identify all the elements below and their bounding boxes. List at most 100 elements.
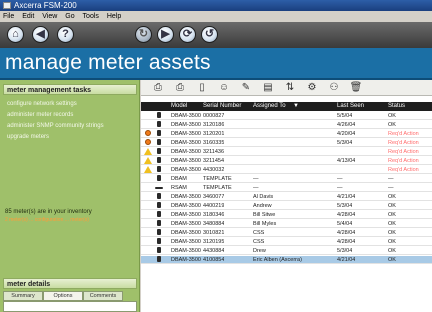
cell-last-seen: 5/3/04 [337, 203, 353, 209]
col-model[interactable]: Model [171, 102, 187, 111]
cell-model: DBAM-3500 [171, 248, 201, 254]
handheld-meter-icon [157, 256, 161, 262]
main-content: ⎙ ⎙ ▯ ☺ ✎ ▤ ⇅ ⚙ ⚇ 🗑 Model Serial Number … [141, 80, 432, 312]
menu-go[interactable]: Go [62, 11, 77, 22]
menu-tools[interactable]: Tools [80, 11, 102, 22]
cell-status: Req'd Action [388, 167, 419, 173]
print-icon[interactable]: ⎙ [151, 81, 165, 95]
table-row[interactable]: DBAM-3500 3120201 4/20/04 Req'd Action [141, 130, 432, 138]
task-configure-network[interactable]: configure network settings [7, 100, 77, 108]
delete-icon[interactable]: 🗑 [349, 81, 363, 95]
handheld-meter-icon [157, 229, 161, 235]
cell-assigned-to: CSS [253, 230, 265, 236]
cell-serial: 3120195 [203, 239, 225, 245]
cell-last-seen: 5/4/04 [337, 221, 353, 227]
table-row[interactable]: DBAM-3500 3010821 CSS 4/28/04 OK [141, 229, 432, 237]
table-row[interactable]: DBAM-3500 4430884 Drew 5/3/04 OK [141, 247, 432, 255]
cell-status: OK [388, 203, 396, 209]
cell-model: DBAM-3500 [171, 203, 201, 209]
handheld-meter-icon [157, 193, 161, 199]
table-row[interactable]: DBAM-35003211436 Req'd Action [141, 148, 432, 156]
table-row[interactable]: DBAM-3500 3120195 CSS 4/28/04 OK [141, 238, 432, 246]
cell-status: OK [388, 257, 396, 263]
table-row[interactable]: DBAM TEMPLATE — — — [141, 175, 432, 183]
configure-icon[interactable]: ⚙ [305, 81, 319, 95]
cell-model: DBAM-3500 [171, 194, 201, 200]
table-row[interactable]: DBAM-3500 3160335 5/3/04 Req'd Action [141, 139, 432, 147]
reload-icon[interactable]: ↺ [201, 26, 218, 43]
handheld-meter-icon [157, 220, 161, 226]
forward-icon[interactable]: ▶ [157, 26, 174, 43]
cell-model: DBAM-3500 [171, 230, 201, 236]
table-row[interactable]: DBAM-3500 3180346 Bill Sitwe 4/28/04 OK [141, 211, 432, 219]
cell-model: DBAM [171, 176, 187, 182]
sidebar: meter management tasks configure network… [0, 80, 140, 312]
cell-status: Req'd Action [388, 158, 419, 164]
task-administer-records[interactable]: administer meter records [7, 111, 73, 119]
meter-edit-icon[interactable]: ✎ [239, 81, 253, 95]
menu-edit[interactable]: Edit [19, 11, 37, 22]
cell-serial: TEMPLATE [203, 176, 232, 182]
cell-serial: 4400219 [203, 203, 225, 209]
app-icon [3, 2, 11, 9]
table-row[interactable]: DBAM-3500 3120186 4/26/04 OK [141, 121, 432, 129]
cell-serial: 3120186 [203, 122, 225, 128]
meter-user-icon[interactable]: ☺ [217, 81, 231, 95]
cell-status: OK [388, 248, 396, 254]
table-row[interactable]: DBAM-35003211454 4/13/04 Req'd Action [141, 157, 432, 165]
cell-assigned-to: Drew [253, 248, 266, 254]
home-icon[interactable]: ⌂ [7, 26, 24, 43]
inventory-count: 85 meter(s) are in your inventory [5, 209, 92, 215]
col-last-seen[interactable]: Last Seen [337, 102, 364, 111]
print-preview-icon[interactable]: ⎙ [173, 81, 187, 95]
tab-options[interactable]: Options [43, 291, 83, 301]
back-icon[interactable]: ◀ [32, 26, 49, 43]
tab-summary[interactable]: Summary [3, 291, 43, 301]
tab-comments[interactable]: Comments [83, 291, 123, 301]
details-panel-title: meter details [3, 278, 137, 289]
menu-help[interactable]: Help [104, 11, 124, 22]
details-content [3, 301, 137, 312]
cell-model: DBAM-3500 [171, 122, 201, 128]
table-row[interactable]: DBAM-3500 4100854 Eric Alben (Axcerra) 4/21… [141, 256, 432, 264]
handheld-meter-icon [157, 202, 161, 208]
menu-file[interactable]: File [0, 11, 17, 22]
document-icon[interactable]: ▤ [261, 81, 275, 95]
menu-view[interactable]: View [39, 11, 60, 22]
handheld-meter-icon [157, 130, 161, 136]
meter-add-icon[interactable]: ▯ [195, 81, 209, 95]
sync-icon[interactable]: ⟳ [179, 26, 196, 43]
refresh-icon[interactable]: ↻ [135, 26, 152, 43]
table-row[interactable]: DBAM-3500 0000827 5/5/04 OK [141, 112, 432, 120]
cell-serial: 4430032 [203, 167, 225, 173]
table-row[interactable]: DBAM-3500 3460077 Al Davis 4/21/04 OK [141, 193, 432, 201]
cell-assigned-to: CSS [253, 239, 265, 245]
task-upgrade-meters[interactable]: upgrade meters [7, 133, 49, 141]
table-row[interactable]: DBAM-35004430032 Req'd Action [141, 166, 432, 174]
table-row[interactable]: DBAM-3500 4400219 Andrew 5/3/04 OK [141, 202, 432, 210]
cell-status: OK [388, 221, 396, 227]
handheld-meter-icon [157, 238, 161, 244]
help-icon[interactable]: ? [57, 26, 74, 43]
cell-last-seen: 4/26/04 [337, 122, 356, 128]
cell-model: DBAM-3500 [171, 158, 201, 164]
cell-status: — [388, 185, 394, 191]
cell-assigned-to: — [253, 176, 259, 182]
cell-model: DBAM-3500 [171, 239, 201, 245]
col-assigned[interactable]: Assigned To [253, 102, 286, 111]
warning-triangle-icon [144, 166, 152, 173]
cell-status: OK [388, 230, 396, 236]
handheld-meter-icon [157, 148, 161, 154]
cell-serial: 4430884 [203, 248, 225, 254]
table-row[interactable]: RSAM TEMPLATE — — — [141, 184, 432, 192]
alert-circle-icon [145, 130, 151, 136]
sort-icon[interactable]: ⇅ [283, 81, 297, 95]
meter-group-icon[interactable]: ⚇ [327, 81, 341, 95]
task-administer-snmp[interactable]: administer SNMP community strings [7, 122, 104, 130]
table-row[interactable]: DBAM-3500 3480884 Bill Myles 5/4/04 OK [141, 220, 432, 228]
cell-serial: 3010821 [203, 230, 225, 236]
col-status[interactable]: Status [388, 102, 405, 111]
handheld-meter-icon [157, 121, 161, 127]
handheld-meter-icon [157, 175, 161, 181]
col-serial[interactable]: Serial Number [203, 102, 241, 111]
